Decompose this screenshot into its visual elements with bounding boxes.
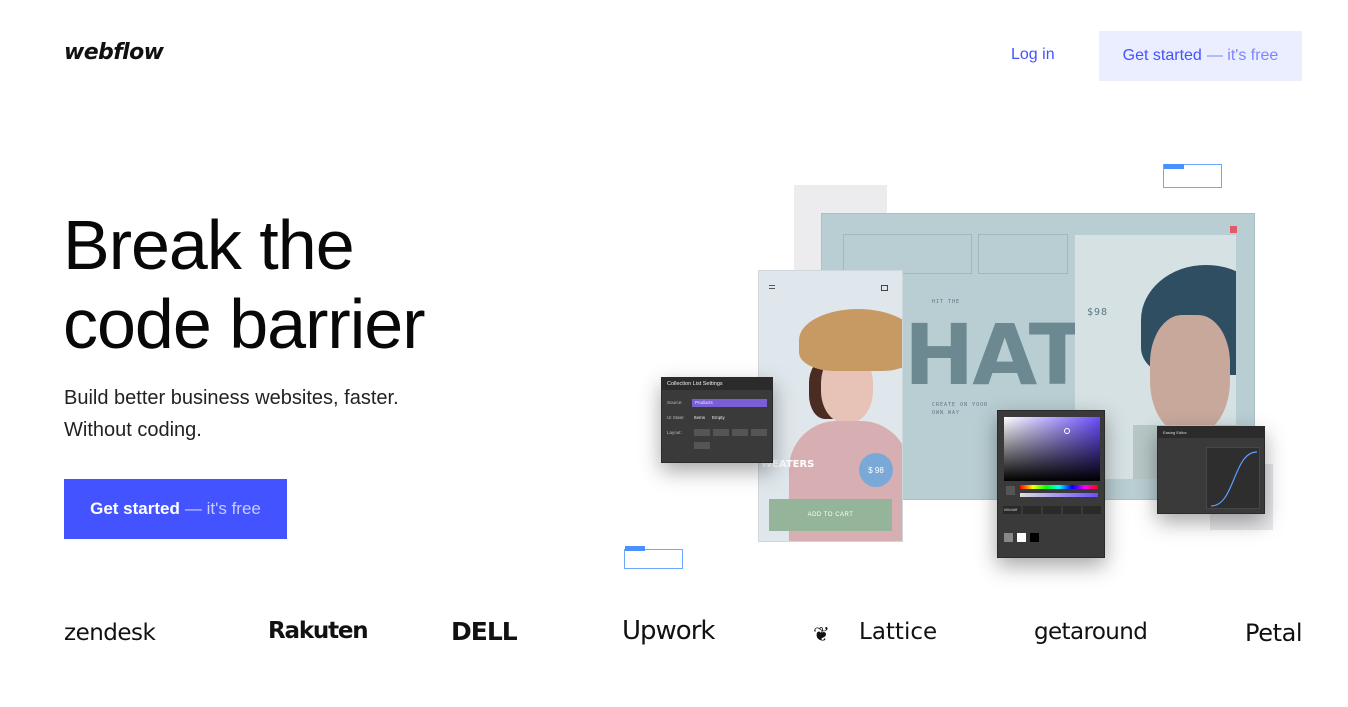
headline-line-1: Break the bbox=[63, 206, 355, 284]
selection-tag bbox=[625, 546, 645, 551]
petal-logo: Petal bbox=[1245, 619, 1303, 647]
state-items: Items bbox=[694, 415, 706, 420]
easing-editor-panel: Easing Editor bbox=[1157, 426, 1265, 514]
preview-caption: OWN WAY bbox=[932, 410, 961, 416]
preview-box bbox=[978, 234, 1068, 274]
selection-tag bbox=[1164, 164, 1184, 169]
saturation-field bbox=[1004, 417, 1100, 481]
hero-product-collage: HATS HIT THE CREATE ON YOUR OWN WAY $98 … bbox=[600, 150, 1300, 600]
layout-option bbox=[732, 429, 748, 436]
headline-line-2: code barrier bbox=[63, 285, 426, 363]
face-shape bbox=[1150, 315, 1230, 435]
alpha-slider bbox=[1020, 493, 1098, 497]
preview-caption: CREATE ON YOUR bbox=[932, 402, 989, 408]
price-badge: $ 98 bbox=[859, 453, 893, 487]
state-empty: Empty bbox=[712, 415, 725, 420]
value-field bbox=[1023, 506, 1041, 514]
hex-value: #6b4dff bbox=[1004, 507, 1018, 512]
hero-cta-suffix: — it's free bbox=[184, 499, 261, 518]
value-field bbox=[1043, 506, 1061, 514]
color-swatch bbox=[1017, 533, 1026, 542]
getaround-logo: getaround bbox=[1034, 619, 1148, 645]
subline-1: Build better business websites, faster. bbox=[64, 387, 399, 409]
layout-option bbox=[694, 442, 710, 449]
menu-icon bbox=[769, 285, 775, 289]
color-swatch bbox=[1004, 533, 1013, 542]
collection-panel-title: Collection List Settings bbox=[662, 378, 772, 390]
nav-get-started-button[interactable]: Get started — it's free bbox=[1099, 31, 1302, 81]
lattice-logo: Lattice bbox=[859, 619, 938, 645]
easing-title: Easing Editor bbox=[1158, 427, 1264, 438]
preview-caption: HIT THE bbox=[932, 299, 961, 305]
customer-logos: zendesk Rakuten DELL Upwork ❦ Lattice ge… bbox=[64, 612, 1303, 656]
color-picker-panel: #6b4dff bbox=[997, 410, 1105, 558]
hero-subheadline: Build better business websites, faster. … bbox=[64, 382, 399, 446]
webflow-logo[interactable]: webflow bbox=[64, 40, 164, 65]
login-link[interactable]: Log in bbox=[1011, 46, 1055, 64]
add-to-cart-button: ADD TO CART bbox=[769, 499, 892, 531]
hero-headline: Break the code barrier bbox=[63, 206, 426, 364]
color-value-fields bbox=[1003, 506, 1101, 514]
lattice-icon: ❦ bbox=[813, 622, 830, 646]
cart-icon bbox=[881, 285, 888, 291]
rakuten-logo: Rakuten bbox=[268, 618, 369, 644]
zendesk-logo: zendesk bbox=[64, 620, 156, 646]
nav-cta-suffix: — it's free bbox=[1206, 47, 1279, 64]
easing-graph bbox=[1206, 447, 1260, 509]
straw-hat-shape bbox=[799, 309, 902, 371]
selection-box bbox=[624, 549, 683, 569]
hero-cta-label: Get started bbox=[90, 499, 180, 518]
source-label: Source: bbox=[667, 400, 683, 405]
close-icon bbox=[1230, 226, 1237, 233]
layout-label: Layout: bbox=[667, 430, 682, 435]
layout-option bbox=[713, 429, 729, 436]
nav-cta-label: Get started bbox=[1122, 47, 1202, 64]
dell-logo: DELL bbox=[451, 617, 518, 646]
preview-box bbox=[843, 234, 972, 274]
color-swatch bbox=[1030, 533, 1039, 542]
hero-get-started-button[interactable]: Get started — it's free bbox=[64, 479, 287, 539]
price-label: $98 bbox=[1087, 307, 1109, 318]
easing-curve bbox=[1210, 451, 1258, 507]
upwork-logo: Upwork bbox=[622, 616, 715, 646]
value-field bbox=[1063, 506, 1081, 514]
source-value: Products bbox=[695, 400, 713, 405]
mobile-preview: WEATERS $ 98 ADD TO CART bbox=[758, 270, 903, 542]
state-label: UI State: bbox=[667, 415, 685, 420]
subline-2: Without coding. bbox=[64, 419, 202, 441]
layout-option bbox=[694, 429, 710, 436]
layout-option bbox=[751, 429, 767, 436]
eyedropper-icon bbox=[1006, 486, 1015, 495]
color-handle bbox=[1064, 428, 1070, 434]
hue-slider bbox=[1020, 485, 1098, 489]
collection-settings-panel: Collection List Settings Source: Product… bbox=[661, 377, 773, 463]
value-field bbox=[1083, 506, 1101, 514]
